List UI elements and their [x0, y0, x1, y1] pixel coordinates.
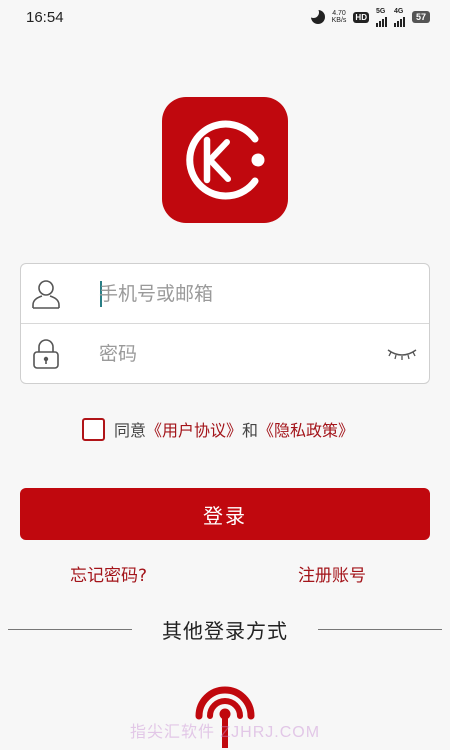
agreement-prefix: 同意: [114, 421, 147, 440]
signal-bars-icon: [393, 15, 405, 27]
lock-icon: [33, 339, 59, 369]
signal-5g: 5G: [375, 7, 387, 27]
divider-left: [8, 629, 132, 630]
network-speed-value: 4.70: [332, 10, 346, 17]
battery-indicator: 57: [411, 11, 430, 23]
privacy-policy-link[interactable]: 《隐私政策》: [258, 417, 354, 441]
forgot-password-link[interactable]: 忘记密码?: [70, 561, 147, 586]
eye-closed-icon[interactable]: [387, 344, 417, 364]
status-bar: 16:54 4.70 KB/s HD 5G 4G 57: [0, 0, 450, 34]
account-input[interactable]: [99, 276, 359, 311]
kc-logo-icon: [162, 97, 288, 223]
signal-4g: 4G: [393, 7, 405, 27]
account-row: [21, 264, 429, 324]
divider-right: [318, 629, 442, 630]
status-icons: 4.70 KB/s HD 5G 4G 57: [307, 7, 430, 27]
login-form: [20, 263, 430, 384]
other-login-title: 其他登录方式: [162, 619, 288, 643]
agreement-conjunction: 和: [242, 421, 259, 440]
user-agreement-link[interactable]: 《用户协议》: [146, 417, 242, 441]
do-not-disturb-icon: [307, 7, 325, 24]
password-row: [21, 324, 429, 384]
signal-4g-label: 4G: [393, 7, 404, 15]
login-button[interactable]: 登录: [20, 488, 430, 540]
agree-checkbox[interactable]: [82, 417, 105, 441]
signal-5g-label: 5G: [375, 7, 386, 15]
hd-badge: HD: [353, 11, 369, 23]
password-input[interactable]: [99, 337, 359, 371]
status-time: 16:54: [26, 8, 64, 26]
network-speed-unit: KB/s: [331, 17, 347, 24]
signal-bars-icon: [375, 15, 387, 27]
agreement-row: 同意 《用户协议》 和 《隐私政策》: [82, 417, 354, 441]
register-link[interactable]: 注册账号: [298, 561, 366, 586]
watermark: 指尖汇软件 ZJHRJ.COM: [129, 724, 321, 741]
user-icon: [32, 279, 60, 309]
network-speed: 4.70 KB/s: [332, 10, 347, 24]
